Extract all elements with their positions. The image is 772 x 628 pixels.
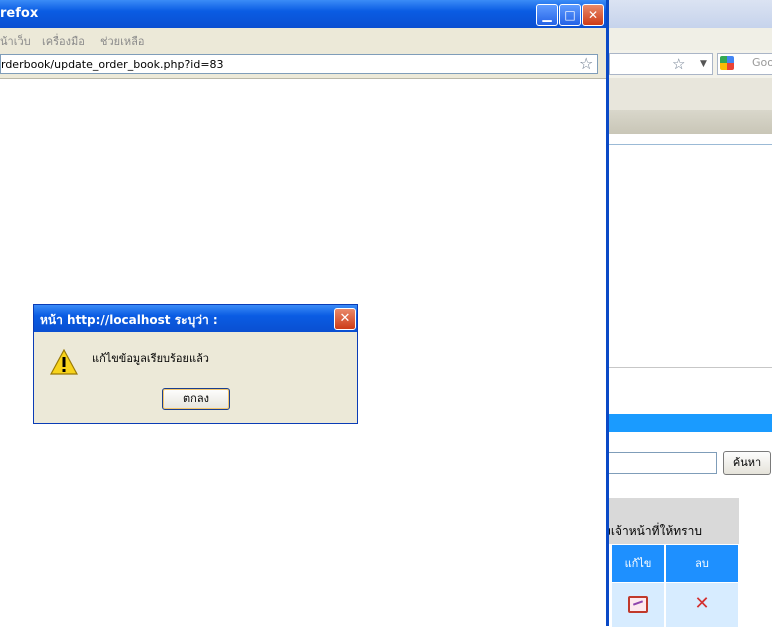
delete-icon[interactable]: ✕ xyxy=(694,593,709,614)
google-logo-icon[interactable] xyxy=(720,56,734,70)
maximize-button[interactable]: □ xyxy=(559,4,581,26)
table-cell-edit xyxy=(611,582,665,628)
background-titlebar xyxy=(605,0,772,28)
search-engine-box[interactable]: Goo xyxy=(717,53,772,75)
close-window-button[interactable]: ✕ xyxy=(582,4,604,26)
alert-dialog: หน้า http://localhost ระบุว่า : ✕ แก้ไขข… xyxy=(33,304,358,424)
bookmark-star-icon[interactable]: ☆ xyxy=(672,55,685,73)
dropdown-arrow-icon[interactable]: ▼ xyxy=(700,56,707,72)
dialog-message: แก้ไขข้อมูลเรียบร้อยแล้ว xyxy=(92,352,209,365)
search-button[interactable]: ค้นหา xyxy=(723,451,771,475)
menu-item-help[interactable]: ช่วยเหลือ xyxy=(100,32,144,50)
table-caption-text: ังเจ้าหน้าที่ให้ทราบ xyxy=(605,524,702,538)
dialog-close-button[interactable]: ✕ xyxy=(334,308,356,330)
minimize-button[interactable]: ▁ xyxy=(536,4,558,26)
dialog-titlebar: หน้า http://localhost ระบุว่า : ✕ xyxy=(34,305,357,332)
background-tab-strip xyxy=(605,110,772,134)
maximize-icon: □ xyxy=(564,8,576,22)
window-titlebar: refox ▁ □ ✕ xyxy=(0,0,606,28)
background-url-field[interactable]: ☆ ▼ xyxy=(609,53,713,75)
edit-icon[interactable] xyxy=(628,596,648,613)
search-input[interactable] xyxy=(605,452,717,474)
background-content-panel xyxy=(605,144,772,368)
column-header-edit: แก้ไข xyxy=(611,544,665,584)
close-icon: ✕ xyxy=(587,8,599,22)
table-caption: ังเจ้าหน้าที่ให้ทราบ xyxy=(605,498,739,544)
background-browser-window: ☆ ▼ Goo ค้นหา ังเจ้าหน้าที่ให้ทราบ แก้ไข… xyxy=(604,0,772,628)
address-bar: rderbook/update_order_book.php?id=83 ☆ xyxy=(0,50,606,79)
background-accent-bar xyxy=(605,414,772,432)
ok-button[interactable]: ตกลง xyxy=(162,388,230,410)
window-title: refox xyxy=(0,6,39,21)
background-toolbar xyxy=(605,78,772,110)
table-cell-delete: ✕ xyxy=(665,582,739,628)
dialog-title: หน้า http://localhost ระบุว่า : xyxy=(40,313,218,327)
bookmark-star-icon[interactable]: ☆ xyxy=(579,55,593,73)
menu-bar: น้าเว็บ เครื่องมือ ช่วยเหลือ xyxy=(0,28,606,50)
warning-icon xyxy=(50,349,78,375)
minimize-icon: ▁ xyxy=(542,8,552,22)
search-engine-text: Goo xyxy=(752,56,772,69)
menu-item-page[interactable]: น้าเว็บ xyxy=(0,32,31,50)
menu-item-tools[interactable]: เครื่องมือ xyxy=(42,32,85,50)
url-field[interactable]: rderbook/update_order_book.php?id=83 ☆ xyxy=(0,54,598,74)
column-header-delete: ลบ xyxy=(665,544,739,584)
url-text: rderbook/update_order_book.php?id=83 xyxy=(1,58,224,71)
background-menubar xyxy=(605,28,772,51)
